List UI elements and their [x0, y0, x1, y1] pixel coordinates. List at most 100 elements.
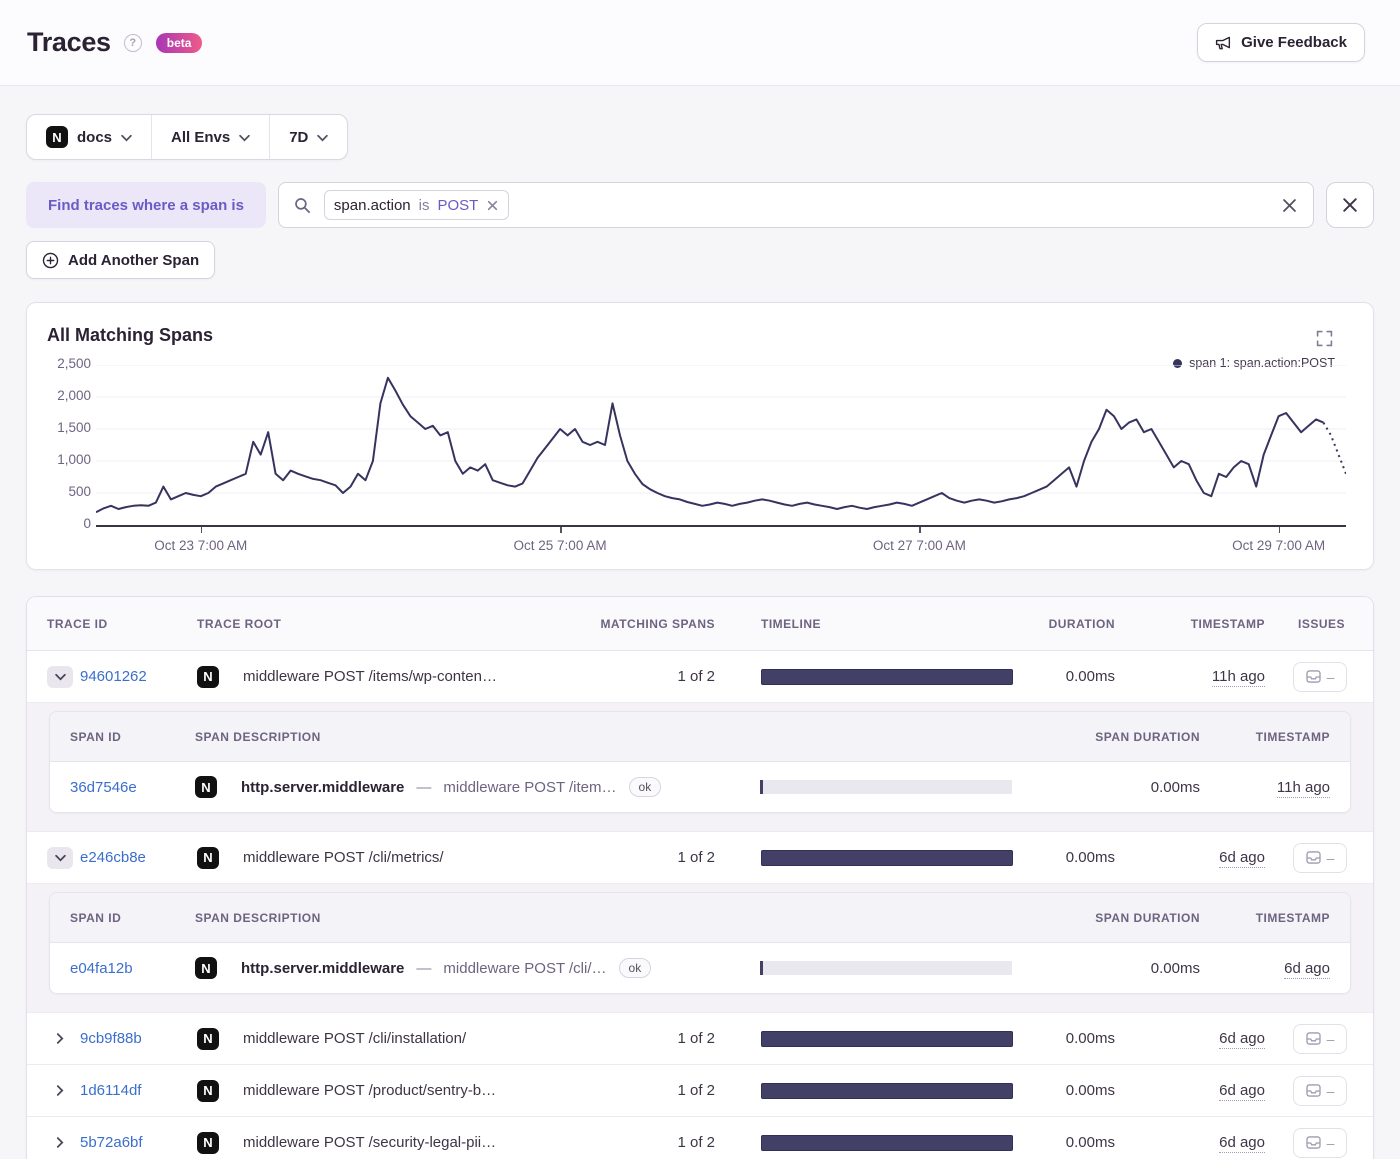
- expand-chart-button[interactable]: [1316, 330, 1333, 347]
- megaphone-icon: [1216, 36, 1231, 50]
- span-id-link[interactable]: e04fa12b: [70, 960, 133, 977]
- col-span-description: SPAN DESCRIPTION: [195, 910, 321, 925]
- span-timeline-bar: [760, 961, 1012, 975]
- chevron-down-icon: [317, 134, 329, 141]
- span-description: middleware POST /item…: [443, 778, 617, 796]
- chevron-right-icon: [56, 1137, 64, 1148]
- row-expand-toggle[interactable]: [47, 665, 73, 688]
- traces-table: TRACE ID TRACE ROOT MATCHING SPANS TIMEL…: [26, 596, 1374, 1159]
- nextjs-icon: N: [197, 1027, 219, 1050]
- trace-duration: 0.00ms: [1065, 1134, 1115, 1151]
- trace-timestamp[interactable]: 6d ago: [1219, 1030, 1265, 1049]
- col-trace-id: TRACE ID: [47, 616, 108, 631]
- matching-spans-count: 1 of 2: [677, 1134, 715, 1151]
- nextjs-icon: N: [197, 1079, 219, 1102]
- trace-row: 94601262 N middleware POST /items/wp-con…: [27, 651, 1373, 703]
- matching-spans-count: 1 of 2: [677, 668, 715, 685]
- nextjs-icon: N: [197, 1131, 219, 1154]
- chevron-right-icon: [56, 1085, 64, 1096]
- span-duration: 0.00ms: [1150, 778, 1200, 796]
- col-span-duration: SPAN DURATION: [1095, 910, 1200, 925]
- issues-button[interactable]: –: [1293, 1023, 1347, 1054]
- trace-id-link[interactable]: 9cb9f88b: [80, 1030, 142, 1047]
- span-operation: http.server.middleware: [241, 959, 405, 977]
- col-span-timestamp: TIMESTAMP: [1255, 729, 1330, 744]
- close-icon: [1283, 198, 1296, 212]
- date-range-filter[interactable]: 7D: [269, 115, 347, 159]
- give-feedback-label: Give Feedback: [1241, 34, 1347, 51]
- trace-row: 9cb9f88b N middleware POST /cli/installa…: [27, 1013, 1373, 1065]
- row-expand-toggle[interactable]: [47, 1080, 73, 1102]
- col-trace-root: TRACE ROOT: [197, 616, 282, 631]
- span-timestamp[interactable]: 6d ago: [1284, 959, 1330, 979]
- issues-inbox-icon: [1305, 851, 1321, 864]
- trace-id-link[interactable]: 1d6114df: [80, 1082, 141, 1099]
- search-clear-button[interactable]: [1281, 197, 1298, 214]
- close-icon: [1343, 198, 1357, 212]
- trace-rows: 94601262 N middleware POST /items/wp-con…: [27, 651, 1373, 1159]
- row-expand-toggle[interactable]: [47, 1028, 73, 1050]
- x-tick-label: Oct 23 7:00 AM: [154, 538, 248, 553]
- project-filter[interactable]: N docs: [27, 115, 151, 159]
- chevron-down-icon: [54, 854, 66, 861]
- row-expand-toggle[interactable]: [47, 846, 73, 869]
- span-timestamp[interactable]: 11h ago: [1276, 778, 1330, 798]
- trace-root-text: middleware POST /security-legal-pii…: [243, 1134, 497, 1151]
- span-operation: http.server.middleware: [241, 778, 405, 796]
- x-tick-mark: [560, 527, 562, 533]
- filter-token[interactable]: span.action is POST: [323, 190, 510, 220]
- trace-timestamp[interactable]: 6d ago: [1219, 1082, 1265, 1101]
- token-operator: is: [418, 196, 430, 214]
- trace-timestamp[interactable]: 11h ago: [1211, 668, 1265, 687]
- environment-filter[interactable]: All Envs: [151, 115, 269, 159]
- span-search-input[interactable]: span.action is POST: [277, 182, 1314, 228]
- x-tick-mark: [200, 527, 203, 533]
- trace-duration: 0.00ms: [1065, 1082, 1115, 1099]
- give-feedback-button[interactable]: Give Feedback: [1197, 23, 1365, 62]
- matching-spans-chart-panel: All Matching Spans span 1: span.action:P…: [26, 302, 1374, 570]
- trace-duration: 0.00ms: [1065, 849, 1115, 866]
- nextjs-icon: N: [197, 846, 219, 869]
- span-rows: e04fa12b N http.server.middleware — midd…: [50, 943, 1350, 993]
- date-range-filter-label: 7D: [289, 128, 309, 146]
- issues-count-dash: –: [1326, 849, 1335, 866]
- top-bar: Traces ? beta Give Feedback: [0, 0, 1400, 86]
- nextjs-icon: N: [195, 957, 217, 979]
- issues-inbox-icon: [1305, 1136, 1321, 1149]
- token-value: POST: [437, 196, 479, 214]
- y-tick-label: 2,000: [57, 388, 91, 403]
- add-another-span-button[interactable]: Add Another Span: [26, 241, 216, 279]
- trace-id-link[interactable]: 94601262: [80, 668, 147, 685]
- chevron-right-icon: [56, 1033, 64, 1044]
- help-icon[interactable]: ?: [123, 33, 142, 52]
- token-key: span.action: [333, 196, 411, 214]
- trace-id-link[interactable]: e246cb8e: [80, 849, 146, 866]
- trace-timestamp[interactable]: 6d ago: [1219, 1134, 1265, 1153]
- token-remove-button[interactable]: [486, 200, 499, 211]
- issues-button[interactable]: –: [1293, 661, 1347, 692]
- x-tick-mark: [919, 527, 921, 533]
- trace-timestamp[interactable]: 6d ago: [1219, 849, 1265, 868]
- environment-filter-label: All Envs: [171, 128, 231, 146]
- nextjs-icon: N: [46, 126, 68, 148]
- issues-button[interactable]: –: [1293, 842, 1347, 873]
- col-duration: DURATION: [1048, 616, 1115, 631]
- span-id-link[interactable]: 36d7546e: [70, 779, 137, 796]
- find-traces-pill[interactable]: Find traces where a span is: [26, 182, 266, 228]
- trace-id-link[interactable]: 5b72a6bf: [80, 1134, 143, 1151]
- span-row: 36d7546e N http.server.middleware — midd…: [50, 762, 1350, 812]
- span-description: middleware POST /cli/…: [443, 959, 607, 977]
- remove-query-button[interactable]: [1326, 182, 1374, 228]
- issues-button[interactable]: –: [1293, 1127, 1347, 1158]
- traces-table-header: TRACE ID TRACE ROOT MATCHING SPANS TIMEL…: [27, 597, 1373, 651]
- span-timeline-bar: [760, 780, 1012, 794]
- timeline-bar: [761, 849, 1013, 866]
- row-expand-toggle[interactable]: [47, 1132, 73, 1154]
- span-query-row: Find traces where a span is span.action …: [26, 182, 1374, 228]
- trace-root-text: middleware POST /product/sentry-b…: [243, 1082, 497, 1099]
- y-tick-label: 1,000: [57, 452, 91, 467]
- trace-row: e246cb8e N middleware POST /cli/metrics/…: [27, 832, 1373, 884]
- col-span-duration: SPAN DURATION: [1095, 729, 1200, 744]
- add-another-span-label: Add Another Span: [68, 251, 200, 269]
- issues-button[interactable]: –: [1293, 1075, 1347, 1106]
